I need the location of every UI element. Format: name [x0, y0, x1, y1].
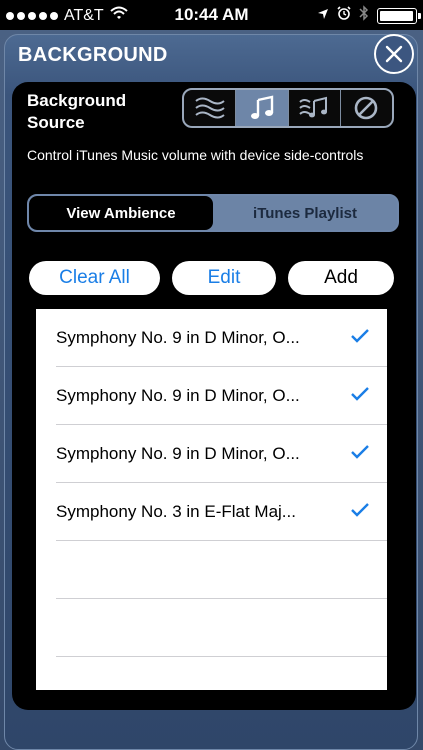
background-source-label: Background Source — [27, 91, 127, 132]
checkmark-icon — [351, 329, 369, 343]
location-icon — [317, 7, 329, 25]
clear-all-button[interactable]: Clear All — [29, 261, 160, 295]
view-ambience-tab[interactable]: View Ambience — [29, 196, 213, 230]
checkmark-icon — [351, 387, 369, 401]
music-note-icon — [250, 95, 274, 119]
row-divider — [56, 656, 387, 657]
source-option-music[interactable] — [236, 90, 289, 126]
track-title: Symphony No. 3 in E-Flat Maj... — [56, 502, 296, 521]
description-text: Control iTunes Music volume with device … — [27, 147, 364, 163]
status-bar: AT&T 10:44 AM — [0, 0, 423, 30]
list-item[interactable]: Symphony No. 9 in D Minor, O... — [36, 309, 387, 367]
bluetooth-icon — [359, 5, 369, 26]
ambience-waves-icon — [194, 97, 225, 119]
none-icon — [355, 96, 378, 120]
dialog-title: BACKGROUND — [18, 44, 168, 66]
view-toggle: View Ambience iTunes Playlist — [27, 194, 399, 232]
list-item[interactable]: Symphony No. 9 in D Minor, O... — [36, 425, 387, 483]
mixed-icon — [299, 96, 328, 118]
status-right — [317, 5, 421, 26]
alarm-icon — [337, 6, 351, 25]
playlist-list: Symphony No. 9 in D Minor, O... Symphony… — [36, 309, 387, 690]
edit-button[interactable]: Edit — [172, 261, 276, 295]
background-source-selector — [182, 88, 394, 128]
checkmark-icon — [351, 445, 369, 459]
source-option-mixed[interactable] — [289, 90, 341, 126]
track-title: Symphony No. 9 in D Minor, O... — [56, 444, 300, 463]
track-title: Symphony No. 9 in D Minor, O... — [56, 328, 300, 347]
add-button[interactable]: Add — [288, 261, 394, 295]
list-item[interactable]: Symphony No. 9 in D Minor, O... — [36, 367, 387, 425]
track-title: Symphony No. 9 in D Minor, O... — [56, 386, 300, 405]
empty-row — [36, 541, 387, 599]
checkmark-icon — [351, 503, 369, 517]
source-option-none[interactable] — [341, 90, 392, 126]
close-icon — [385, 45, 403, 63]
itunes-playlist-tab[interactable]: iTunes Playlist — [213, 196, 397, 230]
source-option-ambience[interactable] — [184, 90, 237, 126]
list-item[interactable]: Symphony No. 3 in E-Flat Maj... — [36, 483, 387, 541]
battery-icon — [377, 7, 421, 24]
empty-row — [36, 599, 387, 657]
close-button[interactable] — [374, 34, 414, 74]
